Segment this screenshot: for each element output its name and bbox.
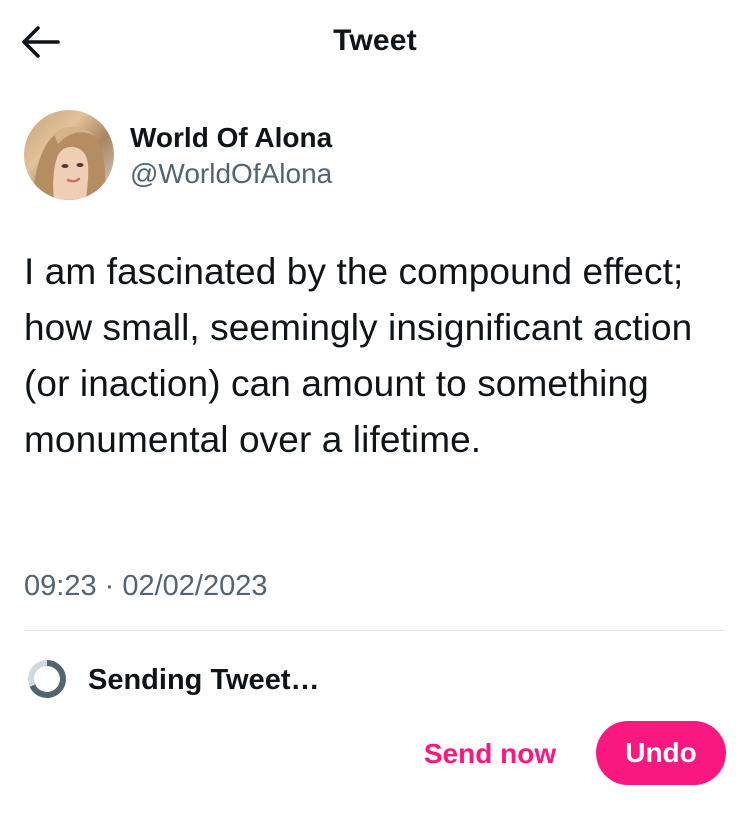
tweet-timestamp[interactable]: 09:23 · 02/02/2023 xyxy=(24,570,267,603)
tweet-text: I am fascinated by the compound effect; … xyxy=(24,251,693,460)
top-bar: Tweet xyxy=(0,0,750,84)
sending-status: Sending Tweet… xyxy=(24,656,524,704)
sending-label: Sending Tweet… xyxy=(88,664,320,696)
author-handle[interactable]: @WorldOfAlona xyxy=(130,158,332,190)
divider xyxy=(24,630,726,631)
avatar-image xyxy=(32,126,108,200)
author-display-name[interactable]: World Of Alona xyxy=(130,122,332,154)
page-title: Tweet xyxy=(333,24,417,57)
send-now-button[interactable]: Send now xyxy=(412,728,568,780)
author-block: World Of Alona @WorldOfAlona xyxy=(24,110,724,202)
spinner-icon xyxy=(28,660,66,698)
undo-button[interactable]: Undo xyxy=(596,721,726,785)
avatar[interactable] xyxy=(24,110,114,200)
